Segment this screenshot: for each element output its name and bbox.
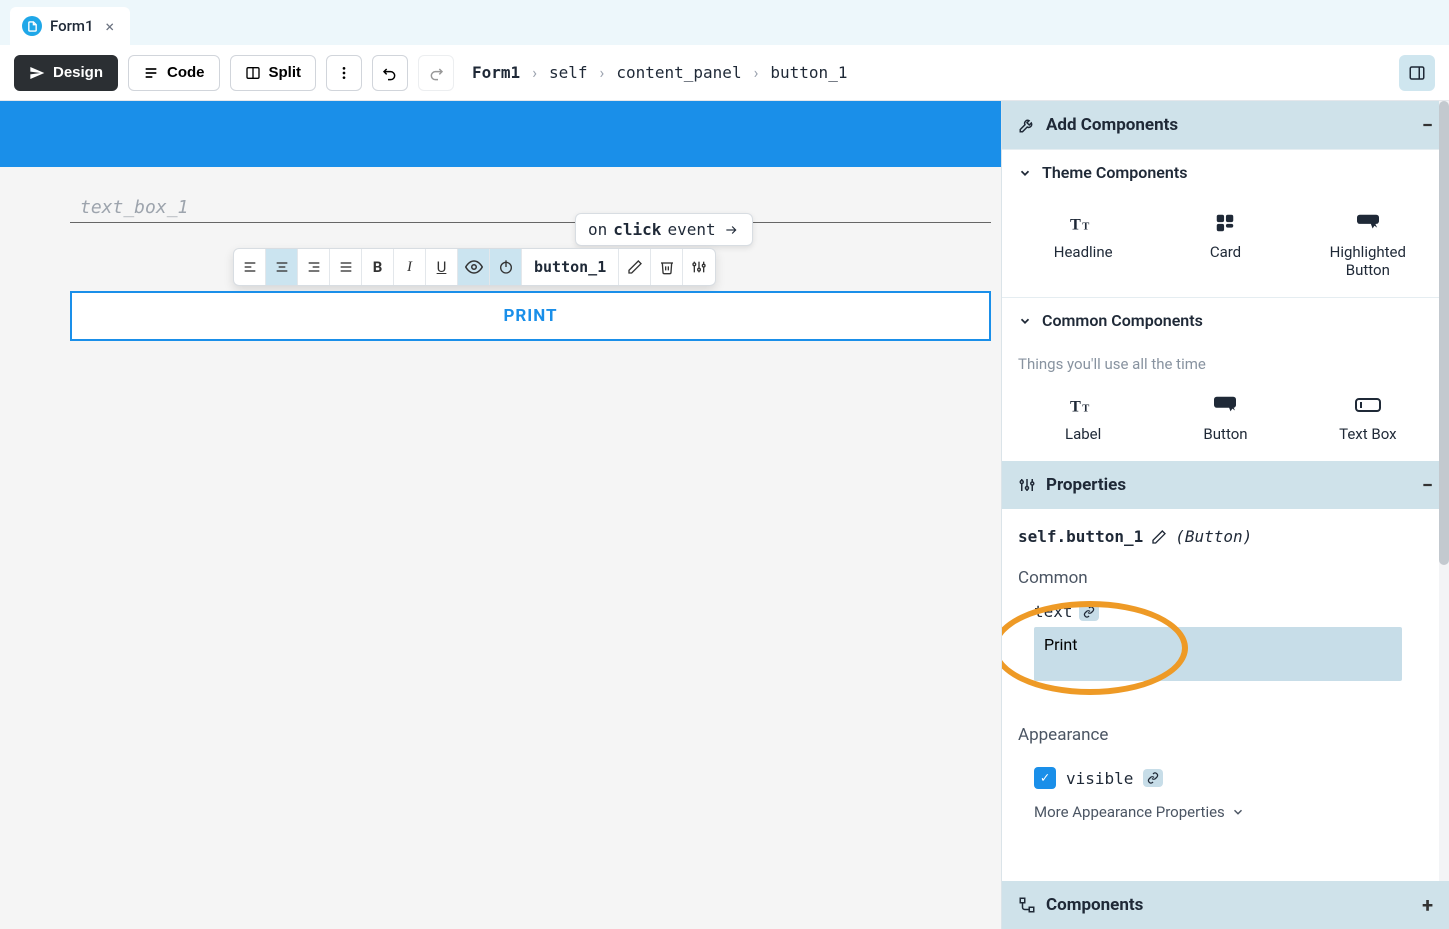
- app-bar: [0, 101, 1001, 167]
- selected-component-name: button_1: [522, 249, 619, 285]
- plus-icon[interactable]: +: [1422, 893, 1433, 917]
- close-icon[interactable]: ×: [102, 17, 119, 36]
- button-icon: [1211, 391, 1239, 419]
- svg-text:T: T: [1070, 398, 1081, 416]
- wrench-icon: [1018, 116, 1036, 134]
- text-property-input[interactable]: [1034, 627, 1402, 681]
- common-hint: Things you'll use all the time: [1002, 343, 1449, 377]
- undo-icon: [382, 65, 398, 81]
- minus-icon[interactable]: −: [1422, 113, 1433, 137]
- theme-components-header[interactable]: Theme Components: [1002, 149, 1449, 195]
- tab-label: Form1: [50, 17, 94, 35]
- scrollbar-thumb[interactable]: [1439, 101, 1449, 565]
- pencil-icon[interactable]: [1151, 529, 1167, 545]
- text-box-1[interactable]: text_box_1: [70, 167, 991, 223]
- split-button[interactable]: Split: [230, 55, 317, 91]
- right-panel: Add Components − Theme Components TT Hea…: [1001, 101, 1449, 929]
- align-center-button[interactable]: [266, 249, 298, 285]
- component-highlighted-button[interactable]: Highlighted Button: [1308, 209, 1428, 279]
- panel-toggle-button[interactable]: [1399, 55, 1435, 91]
- grid-icon: [1214, 209, 1236, 237]
- tree-icon: [1018, 896, 1036, 914]
- chevron-right-icon: ›: [600, 63, 605, 82]
- design-button[interactable]: Design: [14, 55, 118, 91]
- align-justify-button[interactable]: [330, 249, 362, 285]
- italic-button[interactable]: I: [394, 249, 426, 285]
- link-icon[interactable]: [1079, 603, 1099, 621]
- undo-button[interactable]: [372, 55, 408, 91]
- component-text-box[interactable]: Text Box: [1308, 391, 1428, 443]
- visible-checkbox[interactable]: ✓: [1034, 767, 1056, 789]
- add-components-header[interactable]: Add Components −: [1002, 101, 1449, 149]
- breadcrumb: Form1 › self › content_panel › button_1: [472, 63, 847, 82]
- code-button[interactable]: Code: [128, 55, 220, 91]
- cursor-icon: [29, 65, 45, 81]
- breadcrumb-button-1[interactable]: button_1: [770, 63, 847, 82]
- toolbar: Design Code Split Form1 › self › content…: [0, 45, 1449, 101]
- breadcrumb-self[interactable]: self: [549, 63, 588, 82]
- dots-vertical-icon: [336, 65, 352, 81]
- hand-button-icon: [1355, 209, 1381, 237]
- tab-strip: Form1 ×: [0, 0, 1449, 45]
- more-appearance-link[interactable]: More Appearance Properties: [1016, 797, 1435, 827]
- visible-property-row: ✓ visible: [1016, 759, 1435, 797]
- split-icon: [245, 65, 261, 81]
- component-button[interactable]: Button: [1165, 391, 1285, 443]
- chevron-right-icon: ›: [754, 63, 759, 82]
- more-button[interactable]: [326, 55, 362, 91]
- chevron-down-icon: [1018, 166, 1032, 180]
- text-property-row: text: [1016, 602, 1435, 695]
- component-label[interactable]: TT Label: [1023, 391, 1143, 443]
- list-icon: [143, 65, 159, 81]
- align-left-button[interactable]: [234, 249, 266, 285]
- selected-element-identity: self.button_1 (Button): [1016, 523, 1435, 562]
- breadcrumb-content-panel[interactable]: content_panel: [616, 63, 741, 82]
- text-property-label: text: [1034, 602, 1073, 621]
- svg-text:T: T: [1082, 404, 1089, 415]
- settings-button[interactable]: [683, 249, 715, 285]
- chevron-down-icon: [1018, 314, 1032, 328]
- form-icon: [22, 16, 42, 36]
- text-size-icon: TT: [1070, 209, 1096, 237]
- link-icon[interactable]: [1143, 769, 1163, 787]
- selection-toolbar: B I U button_1: [233, 248, 716, 286]
- common-section-label: Common: [1018, 568, 1433, 588]
- edit-button[interactable]: [619, 249, 651, 285]
- redo-button[interactable]: [418, 55, 454, 91]
- tab-form1[interactable]: Form1 ×: [10, 7, 130, 45]
- delete-button[interactable]: [651, 249, 683, 285]
- arrow-right-icon: [722, 223, 740, 237]
- properties-header[interactable]: Properties −: [1002, 461, 1449, 509]
- svg-text:T: T: [1070, 216, 1081, 234]
- chevron-down-icon: [1231, 805, 1245, 819]
- enabled-toggle-button[interactable]: [490, 249, 522, 285]
- svg-text:T: T: [1082, 222, 1089, 233]
- button-1[interactable]: PRINT: [70, 291, 991, 341]
- redo-icon: [428, 65, 444, 81]
- underline-button[interactable]: U: [426, 249, 458, 285]
- click-event-hint[interactable]: on click event: [575, 213, 753, 246]
- align-right-button[interactable]: [298, 249, 330, 285]
- common-components-header[interactable]: Common Components: [1002, 297, 1449, 343]
- design-canvas[interactable]: text_box_1 on click event B I U button_1: [0, 101, 1001, 929]
- breadcrumb-root[interactable]: Form1: [472, 63, 520, 82]
- visible-toggle-button[interactable]: [458, 249, 490, 285]
- appearance-section-label: Appearance: [1018, 725, 1433, 745]
- bold-button[interactable]: B: [362, 249, 394, 285]
- component-card[interactable]: Card: [1165, 209, 1285, 279]
- sliders-icon: [1018, 476, 1036, 494]
- textbox-icon: [1354, 391, 1382, 419]
- chevron-right-icon: ›: [532, 63, 537, 82]
- component-headline[interactable]: TT Headline: [1023, 209, 1143, 279]
- minus-icon[interactable]: −: [1422, 473, 1433, 497]
- components-footer-header[interactable]: Components +: [1002, 881, 1449, 929]
- text-size-icon: TT: [1070, 391, 1096, 419]
